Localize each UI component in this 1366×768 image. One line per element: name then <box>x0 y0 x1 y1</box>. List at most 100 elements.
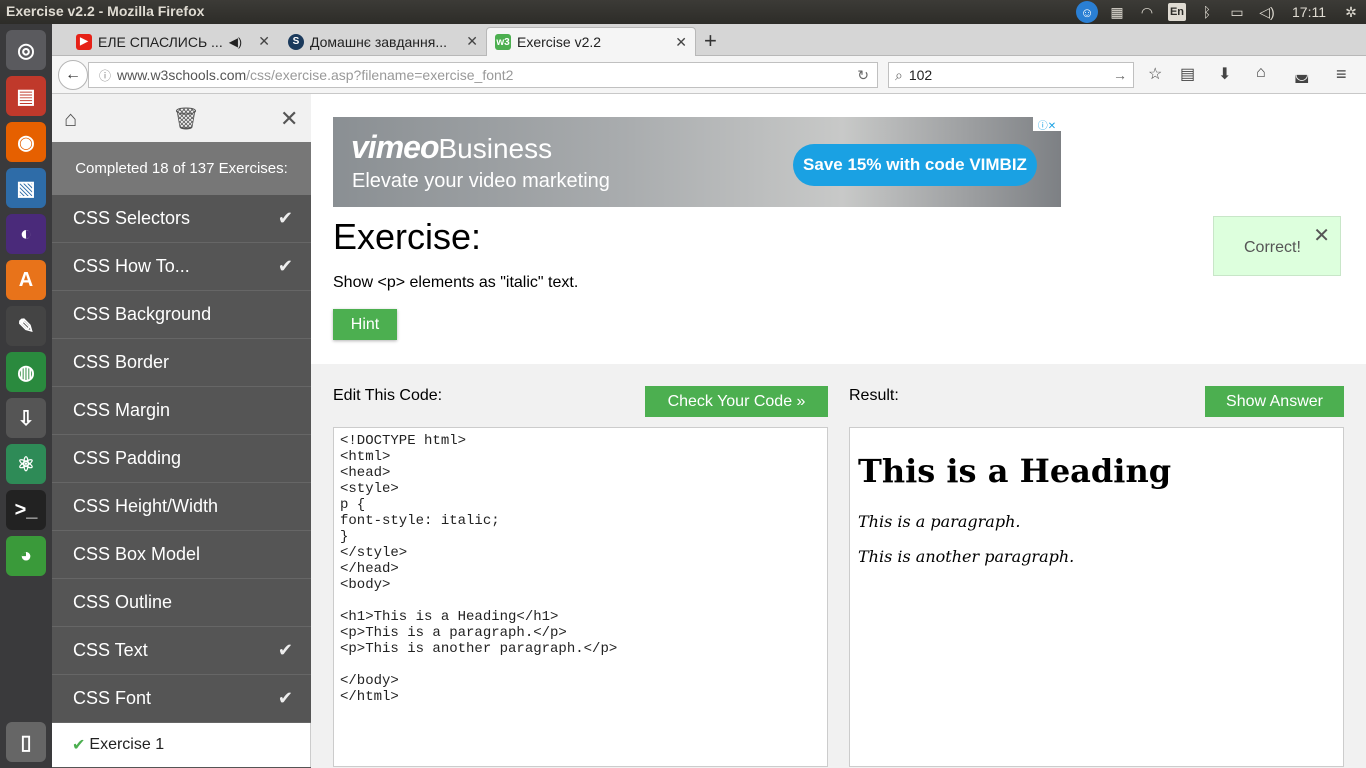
code-editor[interactable]: <!DOCTYPE html> <html> <head> <style> p … <box>333 427 828 767</box>
home-icon[interactable]: ⌂ <box>1256 64 1266 82</box>
sidebar-item[interactable]: CSS Background <box>52 291 311 339</box>
tab-label: ЕЛЕ СПАСЛИСЬ ... <box>98 33 223 50</box>
ad-brand-suffix: Business <box>438 133 553 164</box>
ad-banner[interactable]: vimeoBusiness Elevate your video marketi… <box>333 117 1061 207</box>
trash-icon[interactable]: ▯ <box>6 722 46 762</box>
w3-icon: w3 <box>495 34 511 50</box>
ubuntu-dash-icon[interactable]: ◎ <box>6 30 46 70</box>
chrome-icon[interactable]: ◍ <box>6 352 46 392</box>
wifi-icon[interactable]: ◠ <box>1132 0 1162 24</box>
sidebar-item[interactable]: CSS Outline <box>52 579 311 627</box>
tab-youtube[interactable]: ▶ ЕЛЕ СПАСЛИСЬ ... ◀) ✕ <box>68 27 278 56</box>
arrow-left-icon: ← <box>65 66 81 83</box>
adchoices-icon[interactable]: ⓘ✕ <box>1033 117 1061 132</box>
url-bar[interactable]: ⓘ www.w3schools.com/css/exercise.asp?fil… <box>88 62 878 88</box>
sidebar-item[interactable]: CSS Border <box>52 339 311 387</box>
close-tab-icon[interactable]: ✕ <box>258 33 270 50</box>
page: ⌂ 🗑 ✕ Completed 18 of 137 Exercises: CSS… <box>52 94 1366 768</box>
installer-icon[interactable]: ⇩ <box>6 398 46 438</box>
reading-list-icon[interactable]: ▤ <box>1180 64 1195 84</box>
sidebar-item-label: CSS Border <box>73 352 170 372</box>
terminal-icon[interactable]: >_ <box>6 490 46 530</box>
settings-gear-icon[interactable]: ✲ <box>1336 0 1366 24</box>
clock[interactable]: 17:11 <box>1282 0 1336 24</box>
result-heading: This is a Heading <box>858 452 1172 490</box>
window-title: Exercise v2.2 - Mozilla Firefox <box>6 3 205 19</box>
apps-grid-icon[interactable]: ▦ <box>1102 0 1132 24</box>
close-icon[interactable]: ✕ <box>1313 223 1330 248</box>
bluetooth-icon[interactable]: ᛒ <box>1192 0 1222 24</box>
tab-exercise[interactable]: w3 Exercise v2.2 ✕ <box>486 27 696 56</box>
subitem-label: Exercise 1 <box>89 736 165 753</box>
volume-icon[interactable]: ◁) <box>1252 0 1282 24</box>
atom-icon[interactable]: ⚛ <box>6 444 46 484</box>
exercise-description: Show <p> elements as "italic" text. <box>333 274 579 291</box>
files-icon[interactable]: ▤ <box>6 76 46 116</box>
document-viewer-icon[interactable]: ▧ <box>6 168 46 208</box>
menu-icon[interactable]: ≡ <box>1336 64 1347 85</box>
result-frame: This is a Heading This is a paragraph. T… <box>849 427 1344 767</box>
sidebar-item[interactable]: CSS Font ✔ <box>52 675 311 723</box>
new-tab-icon[interactable]: + <box>704 28 717 54</box>
exercise-title: Exercise: <box>333 216 482 257</box>
exercise-sidebar: ⌂ 🗑 ✕ Completed 18 of 137 Exercises: CSS… <box>52 94 311 768</box>
home-icon[interactable]: ⌂ <box>64 106 77 132</box>
show-answer-button[interactable]: Show Answer <box>1205 386 1344 417</box>
result-paragraph: This is a paragraph. <box>858 512 1021 531</box>
search-bar[interactable]: ⌕ 102 → <box>888 62 1134 88</box>
sidebar-item[interactable]: CSS How To... ✔ <box>52 243 311 291</box>
check-code-button[interactable]: Check Your Code » <box>645 386 828 417</box>
ad-subtitle: Elevate your video marketing <box>352 170 610 192</box>
nav-bar: ← ⓘ www.w3schools.com/css/exercise.asp?f… <box>52 56 1366 94</box>
back-button[interactable]: ← <box>58 60 88 90</box>
software-center-icon[interactable]: A <box>6 260 46 300</box>
download-icon[interactable]: ⬇ <box>1218 64 1231 84</box>
main-content: vimeoBusiness Elevate your video marketi… <box>311 94 1366 768</box>
keyboard-layout[interactable]: En <box>1162 0 1192 24</box>
tab-bar: ▶ ЕЛЕ СПАСЛИСЬ ... ◀) ✕ S Домашнє завдан… <box>52 24 1366 56</box>
sidebar-item-label: CSS Height/Width <box>73 496 219 516</box>
sidebar-item-label: CSS Margin <box>73 400 171 420</box>
ad-brand-name: vimeo <box>351 129 439 165</box>
sidebar-subitem-exercise-1[interactable]: ✔ Exercise 1 <box>52 723 311 767</box>
accessibility-tray[interactable]: ☺ <box>1072 0 1102 24</box>
close-tab-icon[interactable]: ✕ <box>466 33 478 50</box>
system-settings-icon[interactable]: ✎ <box>6 306 46 346</box>
url-host: www.w3schools.com <box>117 67 247 83</box>
tab-homework[interactable]: S Домашнє завдання... ✕ <box>280 27 486 56</box>
ad-cta-button[interactable]: Save 15% with code VIMBIZ <box>793 144 1037 186</box>
search-icon: ⌕ <box>895 66 903 83</box>
hint-button[interactable]: Hint <box>333 309 397 340</box>
sidebar-toolbar: ⌂ 🗑 ✕ <box>52 94 311 142</box>
code-area: Edit This Code: Check Your Code » <!DOCT… <box>311 364 1366 768</box>
result-label: Result: <box>849 387 899 404</box>
top-panel: Exercise v2.2 - Mozilla Firefox ☺ ▦ ◠ En… <box>0 0 1366 24</box>
close-icon[interactable]: ✕ <box>280 106 298 132</box>
go-arrow-icon[interactable]: → <box>1113 67 1127 83</box>
sidebar-item[interactable]: CSS Box Model <box>52 531 311 579</box>
close-tab-icon[interactable]: ✕ <box>675 34 687 51</box>
sidebar-item-label: CSS Font <box>73 688 152 708</box>
sidebar-items: CSS Selectors ✔ CSS How To... ✔ CSS Backgrou… <box>52 195 311 723</box>
sidebar-item[interactable]: CSS Selectors ✔ <box>52 195 311 243</box>
keyboard-layout-label: En <box>1168 3 1186 21</box>
launcher: ◎ ▤ ◉ ▧ ◐ A ✎ ◍ ⇩ ⚛ >_ ◕ ▯ <box>0 24 52 768</box>
battery-icon[interactable]: ▭ <box>1222 0 1252 24</box>
ad-brand: vimeoBusiness <box>351 129 552 166</box>
sidebar-item[interactable]: CSS Height/Width <box>52 483 311 531</box>
speaker-icon[interactable]: ◀) <box>229 35 242 49</box>
eclipse-icon[interactable]: ◐ <box>6 214 46 254</box>
sidebar-item[interactable]: CSS Text ✔ <box>52 627 311 675</box>
firefox-icon[interactable]: ◉ <box>6 122 46 162</box>
reload-icon[interactable]: ↻ <box>857 67 869 84</box>
check-icon: ✔ <box>277 208 293 228</box>
sidebar-item-label: CSS Selectors <box>73 208 191 228</box>
sidebar-item[interactable]: CSS Margin <box>52 387 311 435</box>
info-icon[interactable]: ⓘ <box>93 67 117 84</box>
globe-icon[interactable]: ◕ <box>6 536 46 576</box>
progress-text: Completed 18 of 137 Exercises: <box>52 142 311 195</box>
trash-icon[interactable]: 🗑 <box>172 106 200 132</box>
sidebar-item[interactable]: CSS Padding <box>52 435 311 483</box>
pocket-icon[interactable]: ◛ <box>1294 64 1310 84</box>
bookmark-star-icon[interactable]: ☆ <box>1148 64 1162 84</box>
